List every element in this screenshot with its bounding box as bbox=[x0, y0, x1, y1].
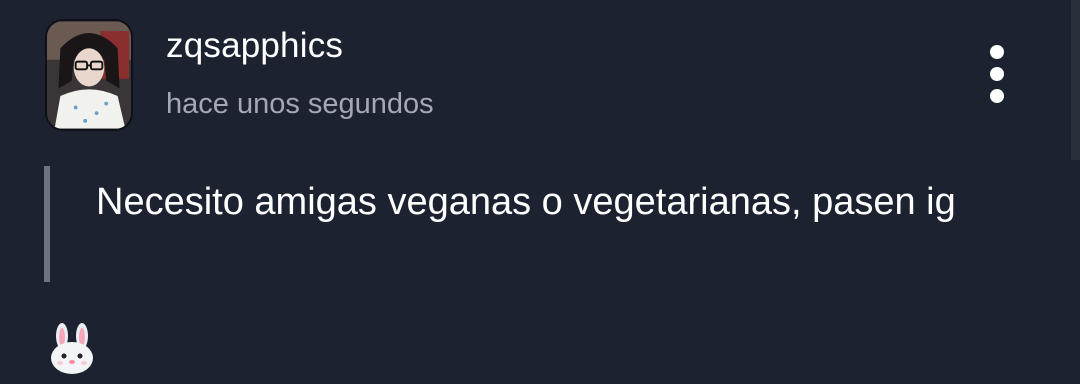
post-card: zqsapphics hace unos segundos Necesito a… bbox=[0, 0, 1080, 384]
rabbit-face-icon bbox=[48, 322, 96, 374]
avatar[interactable] bbox=[45, 19, 133, 131]
vertical-ellipsis-icon bbox=[990, 67, 1004, 81]
vertical-ellipsis-icon bbox=[990, 89, 1004, 103]
more-options-button[interactable] bbox=[972, 34, 1022, 114]
post-body-text: Necesito amigas veganas o vegetarianas, … bbox=[96, 181, 956, 223]
post-timestamp: hace unos segundos bbox=[166, 88, 434, 120]
post-body-quote: Necesito amigas veganas o vegetarianas, … bbox=[44, 166, 956, 282]
quote-bar bbox=[44, 166, 50, 282]
vertical-ellipsis-icon bbox=[990, 45, 1004, 59]
scrollbar[interactable] bbox=[1071, 0, 1080, 160]
avatar-image bbox=[47, 21, 131, 129]
username[interactable]: zqsapphics bbox=[166, 26, 343, 66]
